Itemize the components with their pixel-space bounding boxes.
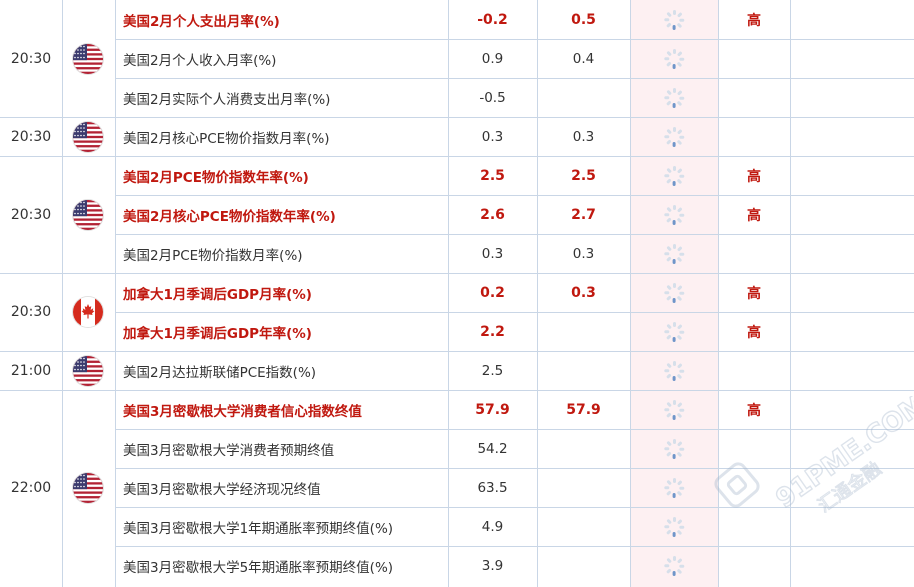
loading-spinner-icon [664, 516, 685, 537]
actual-value: 63.5 [477, 479, 508, 496]
canada-flag-icon [73, 297, 103, 327]
previous-value: 0.3 [571, 284, 596, 301]
actual-value: 2.2 [480, 323, 505, 340]
event-name[interactable]: 美国3月密歇根大学消费者预期终值 [123, 429, 463, 468]
event-name[interactable]: 美国3月密歇根大学消费者信心指数终值 [123, 390, 463, 429]
previous-value: 0.5 [571, 11, 596, 28]
actual-value: 54.2 [477, 440, 508, 457]
column-divider [630, 0, 631, 587]
us-flag-icon [73, 199, 103, 230]
column-divider [790, 0, 791, 587]
event-name[interactable]: 美国2月达拉斯联储PCE指数(%) [123, 351, 463, 390]
impact-badge: 高 [747, 168, 761, 185]
previous-value: 57.9 [566, 401, 601, 418]
loading-spinner-icon [664, 282, 685, 303]
actual-value: 2.5 [480, 167, 505, 184]
event-time: 22:00 [10, 479, 52, 496]
previous-value [537, 429, 630, 468]
loading-spinner-icon [664, 438, 685, 459]
loading-spinner-icon [664, 87, 685, 108]
event-name[interactable]: 美国2月个人支出月率(%) [123, 0, 463, 39]
loading-spinner-icon [664, 9, 685, 30]
loading-spinner-icon [664, 204, 685, 225]
previous-value [537, 546, 630, 585]
impact-badge [718, 468, 790, 507]
impact-badge [718, 546, 790, 585]
actual-value: 0.9 [481, 50, 504, 67]
event-name[interactable]: 美国3月密歇根大学5年期通胀率预期终值(%) [123, 546, 463, 585]
column-divider [115, 0, 116, 587]
loading-spinner-icon [664, 126, 685, 147]
actual-value: 0.2 [480, 284, 505, 301]
event-time: 20:30 [10, 128, 52, 145]
impact-badge: 高 [747, 207, 761, 224]
loading-spinner-icon [664, 48, 685, 69]
previous-value: 0.3 [572, 245, 595, 262]
loading-spinner-icon [664, 555, 685, 576]
impact-badge [718, 39, 790, 78]
event-name[interactable]: 美国2月个人收入月率(%) [123, 39, 463, 78]
event-name[interactable]: 美国2月实际个人消费支出月率(%) [123, 78, 463, 117]
impact-badge: 高 [747, 285, 761, 302]
event-time: 21:00 [10, 362, 52, 379]
loading-spinner-icon [664, 399, 685, 420]
impact-badge [718, 507, 790, 546]
event-name[interactable]: 美国2月PCE物价指数月率(%) [123, 234, 463, 273]
actual-value: 3.9 [481, 557, 504, 574]
us-flag-icon [73, 121, 103, 152]
loading-spinner-icon [664, 165, 685, 186]
event-name[interactable]: 美国2月PCE物价指数年率(%) [123, 156, 463, 195]
event-time: 20:30 [10, 304, 52, 320]
event-name[interactable]: 美国2月核心PCE物价指数年率(%) [123, 195, 463, 234]
us-flag-icon [73, 472, 103, 503]
impact-badge: 高 [747, 12, 761, 29]
us-flag-icon [73, 43, 103, 74]
previous-value: 2.7 [571, 206, 596, 223]
previous-value [537, 78, 630, 117]
actual-value: -0.5 [479, 89, 506, 106]
actual-value: -0.2 [477, 11, 508, 28]
loading-spinner-icon [664, 243, 685, 264]
previous-value [537, 351, 630, 390]
previous-value [537, 312, 630, 351]
event-name[interactable]: 美国3月密歇根大学1年期通胀率预期终值(%) [123, 507, 463, 546]
previous-value [537, 468, 630, 507]
actual-value: 0.3 [481, 128, 504, 145]
previous-value [537, 507, 630, 546]
event-name[interactable]: 美国3月密歇根大学经济现况终值 [123, 468, 463, 507]
event-name[interactable]: 加拿大1月季调后GDP月率(%) [123, 273, 463, 312]
impact-badge [718, 117, 790, 156]
event-name[interactable]: 美国2月核心PCE物价指数月率(%) [123, 117, 463, 156]
impact-badge [718, 429, 790, 468]
actual-value: 2.5 [481, 362, 504, 379]
actual-value: 57.9 [475, 401, 510, 418]
impact-badge [718, 351, 790, 390]
previous-value: 0.4 [572, 50, 595, 67]
loading-spinner-icon [664, 321, 685, 342]
actual-value: 4.9 [481, 518, 504, 535]
actual-value: 2.6 [480, 206, 505, 223]
impact-badge: 高 [747, 324, 761, 341]
us-flag-icon [73, 355, 103, 386]
column-divider [62, 0, 63, 587]
impact-badge: 高 [747, 402, 761, 419]
economic-calendar-table: 20:30 美国2月个人支出月率(%) -0.2 0.5 高美国2月个人收入月率(%) 0… [0, 0, 914, 587]
event-time: 20:30 [10, 206, 52, 223]
actual-value: 0.3 [481, 245, 504, 262]
impact-badge [718, 234, 790, 273]
loading-spinner-icon [664, 477, 685, 498]
event-name[interactable]: 加拿大1月季调后GDP年率(%) [123, 312, 463, 351]
previous-value: 2.5 [571, 167, 596, 184]
loading-spinner-icon [664, 360, 685, 381]
impact-badge [718, 78, 790, 117]
previous-value: 0.3 [572, 128, 595, 145]
event-time: 20:30 [10, 50, 52, 67]
